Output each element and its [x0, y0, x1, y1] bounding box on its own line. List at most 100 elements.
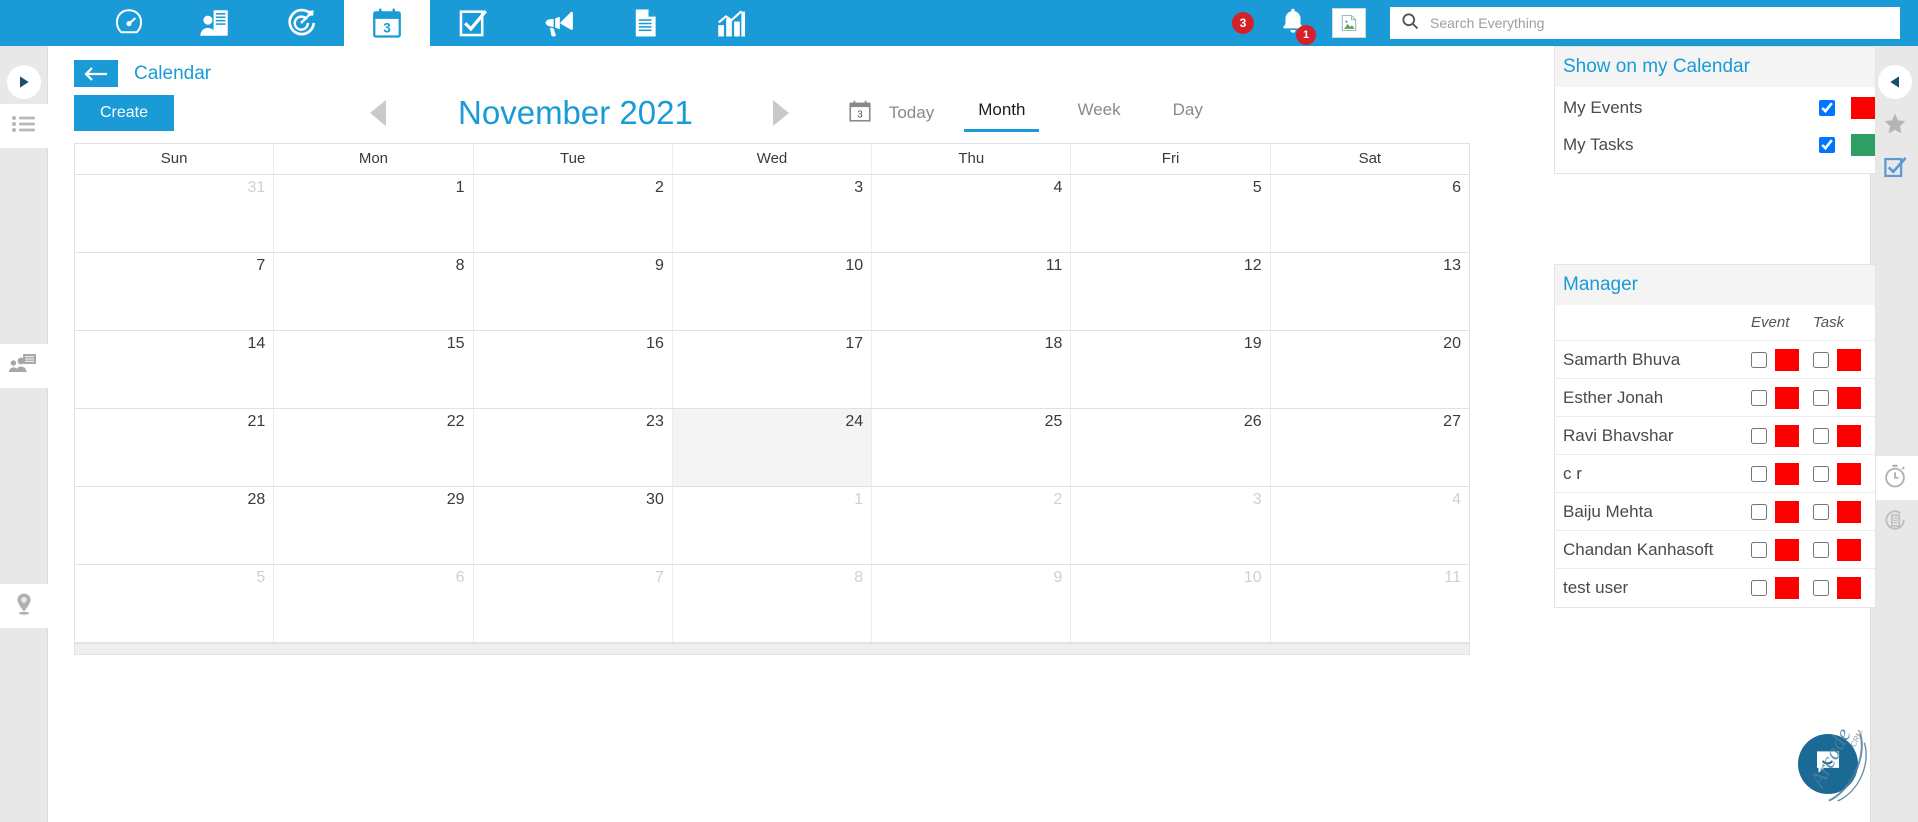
user-avatar-broken-image[interactable] — [1332, 8, 1366, 38]
manager-event-checkbox[interactable] — [1751, 427, 1767, 444]
sidebar-location-button[interactable] — [0, 584, 48, 628]
calendar-day-cell[interactable]: 9 — [872, 565, 1072, 642]
calendar-day-cell[interactable]: 3 — [1071, 487, 1271, 564]
view-tab-week[interactable]: Week — [1063, 94, 1134, 132]
history-button[interactable] — [1871, 500, 1918, 544]
timer-button[interactable] — [1871, 456, 1918, 500]
manager-event-color-swatch[interactable] — [1775, 348, 1799, 371]
alert-count-badge[interactable]: 3 — [1232, 12, 1254, 34]
calendar-day-cell[interactable]: 6 — [274, 565, 474, 642]
color-swatch[interactable] — [1851, 133, 1875, 156]
calendar-day-cell[interactable]: 14 — [75, 331, 275, 408]
chat-widget-button[interactable] — [1798, 734, 1858, 794]
calendar-day-cell[interactable]: 7 — [474, 565, 673, 642]
nav-tab-reports[interactable] — [688, 0, 774, 46]
calendar-day-cell[interactable]: 20 — [1271, 331, 1469, 408]
manager-event-checkbox[interactable] — [1751, 351, 1767, 368]
manager-event-checkbox[interactable] — [1751, 389, 1767, 406]
next-month-button[interactable] — [772, 100, 789, 126]
search-input[interactable] — [1430, 15, 1890, 31]
calendar-day-cell[interactable]: 11 — [1271, 565, 1469, 642]
calendar-day-cell[interactable]: 7 — [75, 253, 275, 330]
manager-task-color-swatch[interactable] — [1837, 577, 1861, 599]
calendar-day-cell[interactable]: 10 — [1071, 565, 1271, 642]
today-button[interactable]: 3 Today — [847, 98, 934, 129]
sidebar-meetings-button[interactable] — [0, 344, 48, 388]
manager-event-color-swatch[interactable] — [1775, 577, 1799, 599]
calendar-day-cell[interactable]: 25 — [872, 409, 1072, 486]
nav-tab-tasks[interactable] — [430, 0, 516, 46]
manager-task-color-swatch[interactable] — [1837, 538, 1861, 561]
calendar-day-cell[interactable]: 23 — [474, 409, 673, 486]
manager-event-color-swatch[interactable] — [1775, 386, 1799, 409]
calendar-day-cell[interactable]: 15 — [274, 331, 474, 408]
manager-task-checkbox[interactable] — [1813, 580, 1829, 596]
calendar-day-cell[interactable]: 10 — [673, 253, 873, 330]
manager-task-checkbox[interactable] — [1813, 541, 1829, 558]
back-button[interactable] — [74, 60, 118, 87]
nav-tab-calendar[interactable]: 3 — [344, 0, 430, 46]
show-calendar-checkbox[interactable] — [1819, 99, 1835, 116]
calendar-day-cell[interactable]: 6 — [1271, 175, 1469, 252]
manager-task-checkbox[interactable] — [1813, 389, 1829, 406]
calendar-day-cell[interactable]: 22 — [274, 409, 474, 486]
manager-task-color-swatch[interactable] — [1837, 462, 1861, 485]
breadcrumb-label[interactable]: Calendar — [134, 63, 211, 85]
notifications-button[interactable]: 1 — [1278, 6, 1316, 45]
calendar-day-cell[interactable]: 2 — [872, 487, 1072, 564]
calendar-day-cell[interactable]: 12 — [1071, 253, 1271, 330]
nav-tab-campaigns[interactable] — [516, 0, 602, 46]
nav-tab-opportunities[interactable] — [258, 0, 344, 46]
calendar-day-cell[interactable]: 13 — [1271, 253, 1469, 330]
show-calendar-checkbox[interactable] — [1819, 136, 1835, 153]
calendar-day-cell[interactable]: 8 — [673, 565, 873, 642]
calendar-day-cell[interactable]: 28 — [75, 487, 275, 564]
nav-tab-dashboard[interactable] — [86, 0, 172, 46]
nav-tab-documents[interactable] — [602, 0, 688, 46]
manager-event-checkbox[interactable] — [1751, 541, 1767, 558]
color-swatch[interactable] — [1851, 96, 1875, 119]
manager-event-color-swatch[interactable] — [1775, 462, 1799, 485]
calendar-day-cell[interactable]: 29 — [274, 487, 474, 564]
calendar-day-cell[interactable]: 17 — [673, 331, 873, 408]
calendar-day-cell[interactable]: 11 — [872, 253, 1072, 330]
manager-task-color-swatch[interactable] — [1837, 386, 1861, 409]
calendar-day-cell[interactable]: 16 — [474, 331, 673, 408]
create-button[interactable]: Create — [74, 95, 175, 131]
manager-event-color-swatch[interactable] — [1775, 538, 1799, 561]
calendar-day-cell[interactable]: 21 — [75, 409, 275, 486]
calendar-day-cell[interactable]: 19 — [1071, 331, 1271, 408]
nav-tab-contacts[interactable] — [172, 0, 258, 46]
collapse-panel-button[interactable] — [1871, 60, 1918, 104]
calendar-day-cell[interactable]: 31 — [75, 175, 275, 252]
calendar-day-cell[interactable]: 9 — [474, 253, 673, 330]
manager-event-color-swatch[interactable] — [1775, 500, 1799, 523]
view-tab-month[interactable]: Month — [964, 94, 1040, 132]
manager-task-color-swatch[interactable] — [1837, 500, 1861, 523]
manager-event-checkbox[interactable] — [1751, 465, 1767, 482]
calendar-day-cell[interactable]: 5 — [1071, 175, 1271, 252]
manager-task-checkbox[interactable] — [1813, 465, 1829, 482]
calendar-day-cell[interactable]: 3 — [673, 175, 873, 252]
manager-event-checkbox[interactable] — [1751, 503, 1767, 520]
calendar-scrollbar[interactable] — [74, 643, 1470, 655]
previous-month-button[interactable] — [370, 100, 387, 126]
tasks-panel-button[interactable] — [1871, 148, 1918, 192]
view-tab-day[interactable]: Day — [1159, 94, 1217, 132]
calendar-day-cell[interactable]: 4 — [872, 175, 1072, 252]
manager-task-checkbox[interactable] — [1813, 351, 1829, 368]
sidebar-list-button[interactable] — [0, 104, 48, 148]
calendar-day-cell[interactable]: 8 — [274, 253, 474, 330]
calendar-day-cell[interactable]: 5 — [75, 565, 275, 642]
manager-task-color-swatch[interactable] — [1837, 424, 1861, 447]
sidebar-play-button[interactable] — [0, 60, 48, 104]
calendar-day-cell[interactable]: 24 — [672, 409, 873, 486]
manager-task-color-swatch[interactable] — [1837, 348, 1861, 371]
calendar-day-cell[interactable]: 27 — [1271, 409, 1469, 486]
calendar-day-cell[interactable]: 30 — [474, 487, 673, 564]
manager-event-color-swatch[interactable] — [1775, 424, 1799, 447]
calendar-day-cell[interactable]: 26 — [1071, 409, 1271, 486]
manager-event-checkbox[interactable] — [1751, 580, 1767, 596]
calendar-day-cell[interactable]: 4 — [1271, 487, 1469, 564]
manager-task-checkbox[interactable] — [1813, 503, 1829, 520]
